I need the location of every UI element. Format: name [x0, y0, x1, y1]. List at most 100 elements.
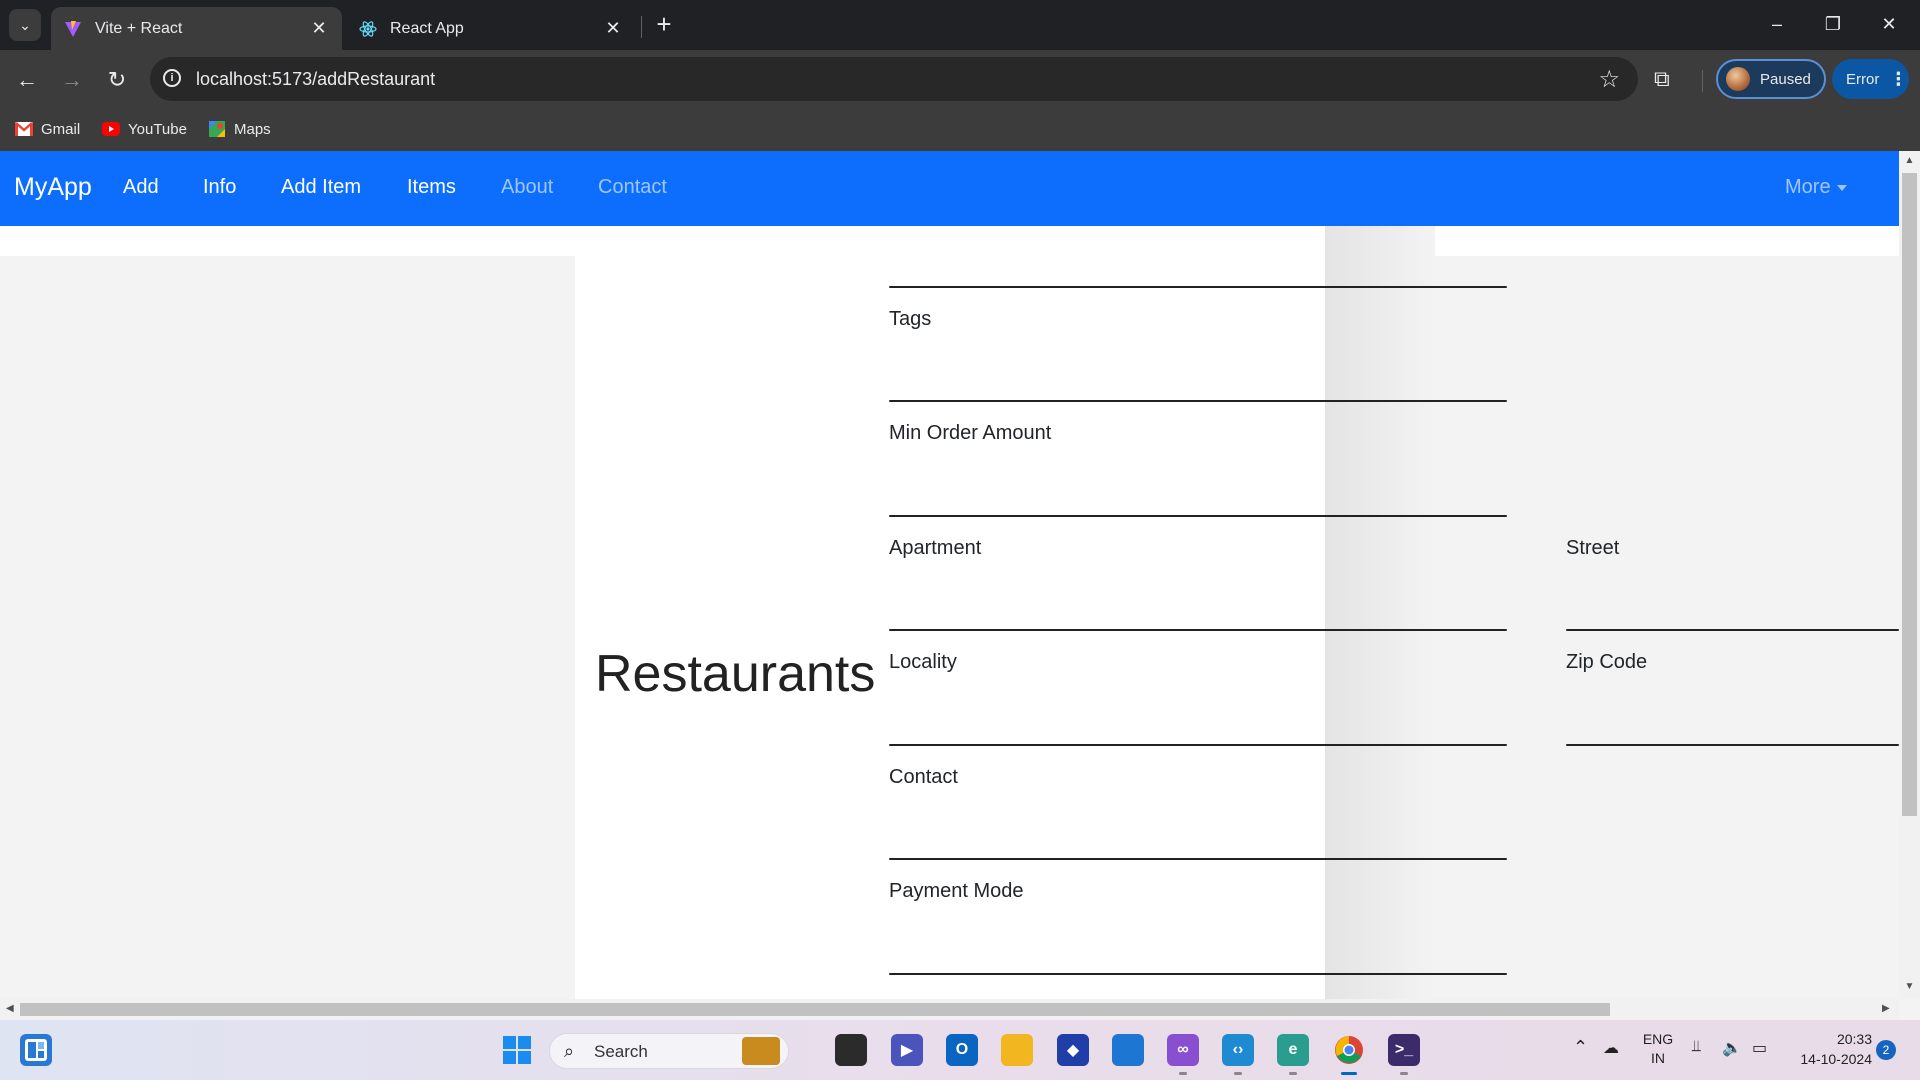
search-placeholder: Search	[594, 1042, 648, 1061]
nav-link-add-item[interactable]: Add Item	[281, 176, 361, 199]
close-icon[interactable]: ✕	[308, 18, 330, 39]
nav-link-items[interactable]: Items	[407, 176, 456, 199]
scroll-up-icon[interactable]: ▲	[1903, 155, 1916, 166]
terminal-icon[interactable]: >_	[1388, 1034, 1420, 1066]
arrow-left-icon: ←	[16, 67, 38, 92]
tags-label: Tags	[889, 308, 932, 330]
nav-link-about[interactable]: About	[501, 176, 553, 199]
brand-link[interactable]: MyApp	[14, 173, 92, 202]
plus-icon: +	[656, 9, 672, 39]
search-icon: ⌕	[564, 1041, 575, 1061]
street-input[interactable]	[1566, 629, 1899, 631]
teams-icon[interactable]: ▶	[891, 1034, 923, 1066]
arrow-right-icon: →	[61, 67, 83, 92]
maps-icon	[208, 121, 226, 137]
youtube-icon	[102, 122, 120, 136]
error-menu-button[interactable]: Error ⋮	[1832, 59, 1909, 99]
horizontal-scrollbar[interactable]: ◀ ▶	[0, 999, 1899, 1020]
page-title: Restaurants	[595, 645, 876, 703]
notification-badge[interactable]: 2	[1876, 1040, 1896, 1060]
tab-vite-react[interactable]: Vite + React ✕	[51, 7, 342, 50]
bookmark-maps[interactable]: Maps	[208, 117, 271, 141]
apartment-label: Apartment	[889, 537, 982, 559]
back-button[interactable]: ←	[11, 64, 43, 96]
profile-status: Paused	[1760, 70, 1811, 88]
error-label: Error	[1846, 70, 1880, 88]
language-indicator[interactable]: ENG IN	[1640, 1030, 1676, 1068]
vertical-scroll-thumb[interactable]	[1902, 173, 1917, 816]
info-icon[interactable]: i	[163, 69, 181, 87]
start-icon[interactable]	[501, 1034, 533, 1066]
briefcase-icon	[742, 1037, 780, 1065]
zip-code-label: Zip Code	[1566, 651, 1648, 673]
nav-link-add[interactable]: Add	[123, 176, 159, 199]
edge-icon[interactable]: e	[1277, 1034, 1309, 1066]
close-icon[interactable]: ✕	[602, 18, 624, 39]
visual-studio-icon[interactable]: ∞	[1167, 1034, 1199, 1066]
tab-title: React App	[390, 19, 464, 37]
star-icon[interactable]: ☆	[1598, 65, 1620, 94]
toolbar-divider	[1702, 70, 1703, 92]
outlook-icon[interactable]: O	[946, 1034, 978, 1066]
tags-input[interactable]	[889, 400, 1507, 402]
previous-field-underline[interactable]	[889, 286, 1507, 288]
scroll-down-icon[interactable]: ▼	[1903, 981, 1916, 992]
cloud-offline-icon[interactable]: ☁	[1603, 1038, 1619, 1058]
extensions-icon[interactable]: ⧉	[1654, 66, 1670, 92]
restore-button[interactable]: ❐	[1810, 8, 1856, 40]
vertical-scrollbar[interactable]: ▲ ▼	[1899, 151, 1920, 999]
vscode-icon[interactable]: ‹›	[1222, 1034, 1254, 1066]
widgets-icon[interactable]	[20, 1034, 52, 1066]
zip-code-input[interactable]	[1566, 744, 1899, 746]
chevron-up-icon[interactable]: ⌃	[1573, 1037, 1588, 1058]
url-text[interactable]: localhost:5173/addRestaurant	[196, 69, 435, 90]
battery-icon[interactable]: ▭	[1752, 1038, 1767, 1058]
tab-search-button[interactable]: ⌄	[9, 9, 41, 41]
running-indicator	[1234, 1072, 1242, 1075]
avatar	[1726, 67, 1750, 91]
chevron-down-icon: ⌄	[19, 16, 31, 33]
task-view-icon[interactable]	[835, 1034, 867, 1066]
file-explorer-icon[interactable]	[1001, 1034, 1033, 1066]
payment-mode-input[interactable]	[889, 973, 1507, 975]
bookmark-youtube[interactable]: YouTube	[102, 117, 187, 141]
remote-app-icon[interactable]: ◆	[1057, 1034, 1089, 1066]
windows-taskbar: ⌕ Search ▶ O ◆ ∞ ‹› e >_ ⌃ ☁ ENG IN ⫫ 🔈 …	[0, 1020, 1920, 1080]
reload-icon: ↻	[107, 67, 127, 92]
bookmarks-bar: Gmail YouTube Maps	[0, 108, 1920, 151]
payment-mode-label: Payment Mode	[889, 880, 1024, 902]
scroll-left-icon[interactable]: ◀	[6, 1003, 14, 1014]
apartment-input[interactable]	[889, 629, 1507, 631]
remote-desktop-icon[interactable]	[1112, 1034, 1144, 1066]
contact-input[interactable]	[889, 858, 1507, 860]
wifi-icon[interactable]: ⫫	[1692, 1038, 1701, 1056]
reload-button[interactable]: ↻	[101, 64, 133, 96]
system-clock[interactable]: 20:33 14-10-2024	[1780, 1029, 1872, 1069]
forward-button[interactable]: →	[56, 64, 88, 96]
address-bar[interactable]: i localhost:5173/addRestaurant ☆	[150, 57, 1638, 101]
close-window-button[interactable]: ✕	[1866, 8, 1912, 40]
browser-toolbar: ← → ↻ i localhost:5173/addRestaurant ☆ ⧉…	[0, 50, 1920, 108]
running-indicator	[1400, 1072, 1408, 1075]
chrome-icon[interactable]	[1333, 1034, 1365, 1066]
nav-more-dropdown[interactable]: More	[1785, 176, 1847, 199]
tab-divider	[641, 16, 642, 38]
horizontal-scroll-thumb[interactable]	[20, 1003, 1610, 1016]
taskbar-search[interactable]: ⌕ Search	[549, 1033, 789, 1069]
volume-icon[interactable]: 🔈	[1722, 1038, 1742, 1058]
scroll-right-icon[interactable]: ▶	[1882, 1003, 1890, 1014]
nav-link-contact[interactable]: Contact	[598, 176, 667, 199]
minimize-button[interactable]: –	[1754, 8, 1800, 40]
more-vert-icon: ⋮	[1889, 68, 1908, 89]
new-tab-button[interactable]: +	[650, 10, 678, 38]
app-navbar: MyApp Add Info Add Item Items About Cont…	[0, 151, 1899, 226]
bookmark-label: Maps	[234, 120, 271, 138]
bookmark-gmail[interactable]: Gmail	[15, 117, 80, 141]
nav-link-info[interactable]: Info	[203, 176, 236, 199]
panel-shadow	[1325, 226, 1435, 999]
gmail-icon	[15, 122, 33, 136]
locality-input[interactable]	[889, 744, 1507, 746]
profile-button[interactable]: Paused	[1716, 59, 1826, 99]
tab-react-app[interactable]: React App ✕	[346, 7, 636, 50]
min-order-amount-input[interactable]	[889, 515, 1507, 517]
